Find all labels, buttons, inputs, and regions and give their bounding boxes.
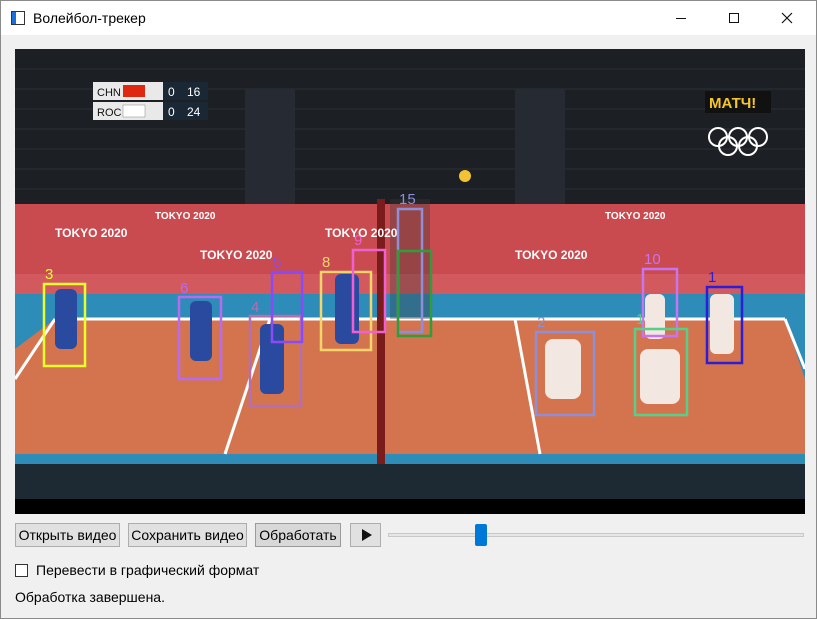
track-id-label: 5 — [273, 254, 281, 271]
main-window: Волейбол-трекер TOKYO 2020 TOKYO 2020 TO… — [0, 0, 817, 619]
maximize-button[interactable] — [711, 1, 757, 35]
broadcast-logo: МАТЧ! — [709, 95, 756, 112]
court-banner: TOKYO 2020 — [200, 248, 273, 262]
set-score: 0 — [168, 105, 175, 119]
track-id-label: 3 — [45, 266, 53, 283]
video-canvas: TOKYO 2020 TOKYO 2020 TOKYO 2020 TOKYO 2… — [15, 49, 805, 514]
track-id-label: 15 — [399, 191, 416, 208]
track-id-label: 1 — [636, 311, 644, 328]
play-icon — [362, 529, 372, 541]
set-score: 0 — [168, 85, 175, 99]
status-text: Обработка завершена. — [15, 589, 165, 605]
court-banner: TOKYO 2020 — [605, 211, 666, 222]
graphic-format-label: Перевести в графический формат — [36, 562, 260, 578]
track-id-label: 4 — [251, 299, 259, 316]
team-name: ROC — [97, 107, 122, 119]
window-title: Волейбол-трекер — [33, 10, 146, 26]
track-id-label: 10 — [644, 251, 661, 268]
maximize-icon — [729, 13, 739, 23]
track-id-label: 1 — [708, 269, 716, 286]
track-id-label: 9 — [354, 232, 362, 249]
point-score: 16 — [187, 85, 201, 99]
video-frame: TOKYO 2020 TOKYO 2020 TOKYO 2020 TOKYO 2… — [15, 49, 805, 514]
process-button[interactable]: Обработать — [255, 523, 341, 547]
minimize-icon — [676, 17, 686, 19]
graphic-format-checkbox[interactable] — [15, 563, 28, 577]
court-banner: TOKYO 2020 — [155, 211, 216, 222]
court-banner: TOKYO 2020 — [515, 248, 588, 262]
video-position-slider[interactable] — [388, 533, 804, 537]
minimize-button[interactable] — [658, 1, 704, 35]
app-icon — [11, 11, 25, 25]
slider-handle[interactable] — [474, 524, 487, 546]
title-bar: Волейбол-трекер — [1, 1, 816, 35]
save-video-button[interactable]: Сохранить видео — [128, 523, 247, 547]
graphic-format-checkbox-row[interactable]: Перевести в графический формат — [15, 561, 259, 579]
team-name: CHN — [97, 87, 121, 99]
close-button[interactable] — [764, 1, 810, 35]
close-icon — [781, 12, 793, 24]
point-score: 24 — [187, 105, 201, 119]
track-id-label: 2 — [537, 314, 545, 331]
play-button[interactable] — [350, 523, 381, 547]
track-id-label: 8 — [322, 254, 330, 271]
court-banner: TOKYO 2020 — [55, 226, 128, 240]
open-video-button[interactable]: Открыть видео — [15, 523, 120, 547]
track-id-label: 6 — [180, 280, 188, 297]
